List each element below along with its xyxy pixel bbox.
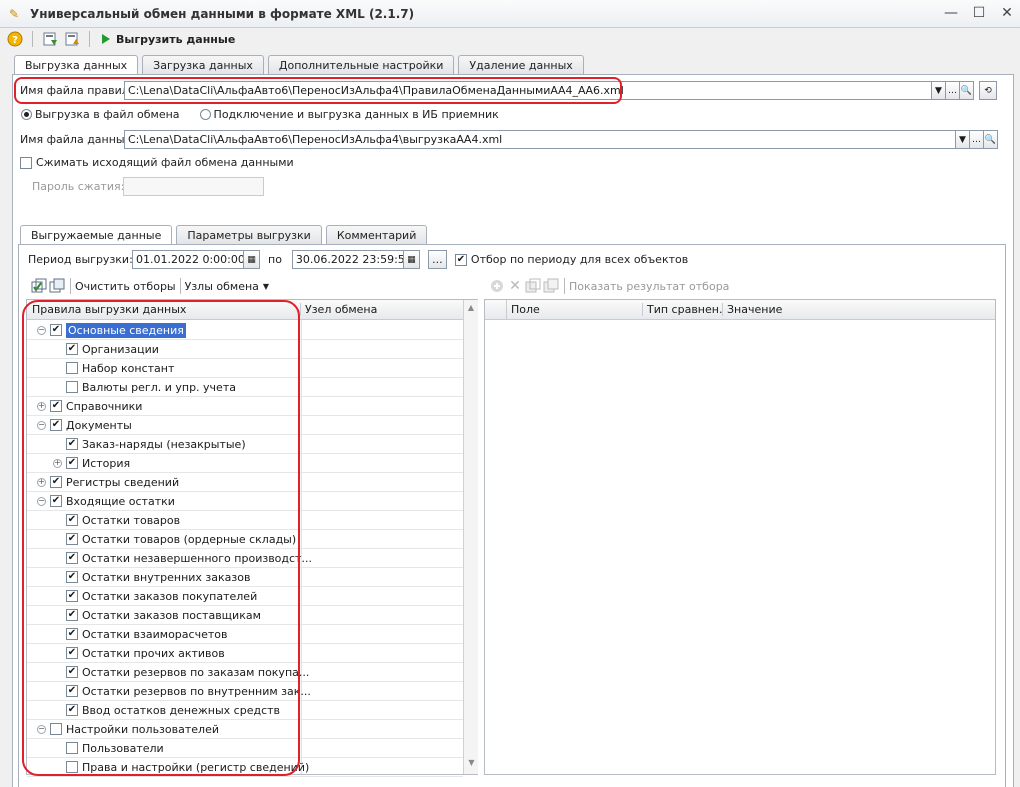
svg-text:?: ? (12, 35, 18, 46)
period-row: Период выгрузки: 01.01.2022 0:00:00 ▦ по… (28, 250, 688, 269)
mode-connect-label: Подключение и выгрузка данных в ИБ прием… (213, 108, 499, 121)
close-button[interactable]: ✕ (1000, 5, 1014, 21)
compress-label: Сжимать исходящий файл обмена данными (36, 156, 294, 169)
mode-row: Выгрузка в файл обмена Подключение и выг… (21, 108, 499, 121)
dropdown-icon[interactable]: ▼ (956, 130, 970, 149)
inner-tabs: Выгружаемые данные Параметры выгрузки Ко… (20, 225, 428, 245)
help-icon[interactable]: ? (6, 30, 24, 48)
tab-comment[interactable]: Комментарий (325, 225, 428, 244)
filter-header: Поле Тип сравнен... Значение (485, 299, 995, 320)
password-label: Пароль сжатия: (32, 180, 125, 193)
mode-file-radio[interactable] (21, 109, 32, 120)
export-data-button[interactable]: Выгрузить данные (98, 33, 239, 46)
period-from-input[interactable]: 01.01.2022 0:00:00 (132, 250, 244, 269)
period-select-button[interactable]: ... (427, 250, 447, 269)
tab-exported-data[interactable]: Выгружаемые данные (20, 225, 173, 245)
open-icon[interactable]: 🔍 (960, 81, 974, 100)
tab-export[interactable]: Выгрузка данных (14, 55, 139, 75)
title-bar: ✎ Универсальный обмен данными в формате … (0, 0, 1020, 28)
data-file-row: Имя файла данных: C:\Lena\DataCli\АльфаА… (20, 130, 998, 149)
calendar-icon[interactable]: ▦ (244, 250, 260, 269)
select-button[interactable]: … (970, 130, 984, 149)
main-tabs: Выгрузка данных Загрузка данных Дополнит… (14, 55, 584, 75)
data-file-label: Имя файла данных: (20, 133, 135, 146)
tab-import[interactable]: Загрузка данных (142, 55, 264, 74)
filter-grid: Поле Тип сравнен... Значение (484, 299, 996, 775)
save-settings-icon[interactable] (41, 30, 59, 48)
field-column-header[interactable]: Поле (507, 303, 643, 316)
period-filter-label: Отбор по периоду для всех объектов (470, 253, 689, 266)
tab-additional-settings[interactable]: Дополнительные настройки (267, 55, 455, 74)
tree-actions: Очистить отборы Узлы обмена ▼ (30, 277, 269, 295)
filter-actions: ✕ Показать результат отбора (488, 277, 729, 295)
tab-export-params[interactable]: Параметры выгрузки (176, 225, 322, 244)
run-icon (102, 34, 110, 44)
tab-delete-data[interactable]: Удаление данных (458, 55, 584, 74)
node-column-header[interactable]: Узел обмена (301, 303, 377, 316)
minimize-button[interactable]: — (944, 5, 958, 21)
value-column-header[interactable]: Значение (723, 303, 782, 316)
highlight-rules-tree (22, 300, 300, 776)
compress-checkbox[interactable] (20, 156, 32, 169)
tree-scrollbar[interactable]: ▲ ▼ (463, 300, 478, 774)
add-icon[interactable] (488, 277, 506, 295)
app-icon: ✎ (8, 6, 20, 21)
maximize-button[interactable]: ☐ (972, 5, 986, 21)
check-all-icon[interactable] (30, 277, 48, 295)
period-to-input[interactable]: 30.06.2022 23:59:59 (291, 250, 404, 269)
period-to-label: по (268, 253, 282, 266)
uncheck-all-icon[interactable] (542, 277, 560, 295)
load-settings-icon[interactable] (63, 30, 81, 48)
password-input[interactable] (123, 177, 264, 196)
select-button[interactable]: … (946, 81, 960, 100)
window-title: Универсальный обмен данными в формате XM… (30, 6, 415, 21)
exchange-nodes-button[interactable]: Узлы обмена (185, 280, 259, 293)
toolbar: ? Выгрузить данные (0, 28, 1020, 50)
mode-connect-radio[interactable] (199, 109, 211, 120)
open-icon[interactable]: 🔍 (984, 130, 998, 149)
show-filter-result-button[interactable]: Показать результат отбора (569, 280, 729, 293)
compare-column-header[interactable]: Тип сравнен... (643, 303, 723, 316)
chevron-down-icon: ▼ (262, 281, 270, 291)
mode-file-label: Выгрузка в файл обмена (35, 108, 180, 121)
check-all-icon[interactable] (524, 277, 542, 295)
period-filter-checkbox[interactable]: ✔ (454, 253, 467, 266)
period-label: Период выгрузки: (28, 253, 133, 266)
refresh-icon[interactable]: ⟲ (979, 81, 997, 100)
highlight-rules-file (14, 77, 622, 104)
delete-icon[interactable]: ✕ (506, 277, 524, 295)
password-row: Пароль сжатия: (32, 177, 264, 196)
dropdown-icon[interactable]: ▼ (932, 81, 946, 100)
uncheck-all-icon[interactable] (48, 277, 66, 295)
data-file-input[interactable]: C:\Lena\DataCli\АльфаАвто6\ПереносИзАльф… (124, 130, 956, 149)
calendar-icon[interactable]: ▦ (403, 250, 420, 269)
compress-row: Сжимать исходящий файл обмена данными (20, 156, 294, 169)
clear-filters-button[interactable]: Очистить отборы (75, 280, 176, 293)
